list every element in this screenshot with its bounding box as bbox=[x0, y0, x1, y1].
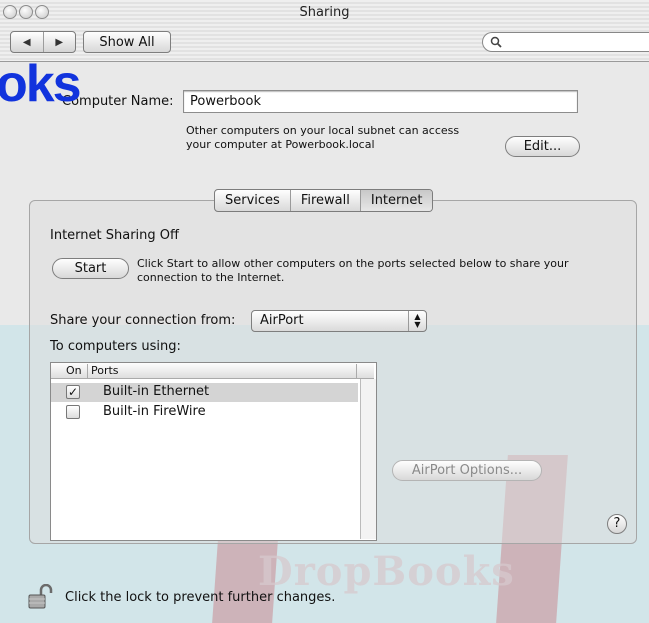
port-checkbox-ethernet[interactable]: ✓ bbox=[66, 385, 80, 399]
computer-name-info-line2: your computer at Powerbook.local bbox=[186, 138, 375, 151]
internet-sharing-status: Internet Sharing Off bbox=[50, 228, 179, 243]
airport-options-button[interactable]: AirPort Options... bbox=[392, 460, 542, 481]
watermark-logo-fragment: oks bbox=[0, 55, 82, 113]
share-from-popup[interactable]: AirPort ▲ ▼ bbox=[251, 310, 427, 332]
share-from-label: Share your connection from: bbox=[50, 313, 236, 328]
column-divider bbox=[356, 364, 357, 379]
tab-services[interactable]: Services bbox=[215, 190, 291, 211]
port-name: Built-in FireWire bbox=[103, 404, 206, 419]
table-row[interactable]: Built-in FireWire bbox=[51, 403, 358, 422]
table-header: On Ports bbox=[51, 363, 374, 379]
table-row[interactable]: ✓ Built-in Ethernet bbox=[51, 383, 358, 402]
unlocked-padlock-icon[interactable] bbox=[27, 584, 55, 610]
ports-table[interactable]: On Ports ✓ Built-in Ethernet Built-in Fi… bbox=[50, 362, 377, 541]
help-button[interactable]: ? bbox=[607, 514, 627, 534]
column-divider bbox=[87, 364, 88, 379]
forward-arrow-icon[interactable]: ▶ bbox=[44, 32, 76, 52]
start-info-line1: Click Start to allow other computers on … bbox=[137, 257, 569, 270]
start-button[interactable]: Start bbox=[52, 258, 129, 279]
back-forward-control[interactable]: ◀ ▶ bbox=[10, 31, 76, 53]
title-bar: Sharing ◀ ▶ Show All bbox=[0, 0, 649, 62]
to-computers-label: To computers using: bbox=[50, 339, 181, 354]
watermark-text: DropBooks bbox=[258, 548, 515, 595]
port-name: Built-in Ethernet bbox=[103, 384, 210, 399]
table-scrollbar[interactable] bbox=[360, 379, 376, 539]
port-checkbox-firewire[interactable] bbox=[66, 405, 80, 419]
back-arrow-icon[interactable]: ◀ bbox=[11, 32, 44, 52]
popup-arrows-icon: ▲ ▼ bbox=[408, 311, 426, 331]
computer-name-info-line1: Other computers on your local subnet can… bbox=[186, 124, 460, 137]
column-header-ports[interactable]: Ports bbox=[91, 364, 119, 377]
sharing-window: DropBooks Sharing ◀ ▶ Show All oks Compu… bbox=[0, 0, 649, 623]
search-input[interactable] bbox=[482, 32, 649, 52]
tab-internet[interactable]: Internet bbox=[360, 190, 433, 211]
tab-firewall[interactable]: Firewall bbox=[291, 190, 361, 211]
column-header-on[interactable]: On bbox=[66, 364, 82, 377]
search-icon bbox=[490, 36, 502, 48]
show-all-button[interactable]: Show All bbox=[83, 31, 171, 53]
start-info-line2: connection to the Internet. bbox=[137, 271, 285, 284]
share-from-value: AirPort bbox=[260, 313, 304, 328]
tab-bar: Services Firewall Internet bbox=[214, 189, 434, 212]
computer-name-field[interactable]: Powerbook bbox=[183, 90, 578, 113]
edit-button[interactable]: Edit... bbox=[505, 136, 580, 157]
lock-message: Click the lock to prevent further change… bbox=[65, 590, 336, 605]
window-title: Sharing bbox=[299, 5, 350, 20]
